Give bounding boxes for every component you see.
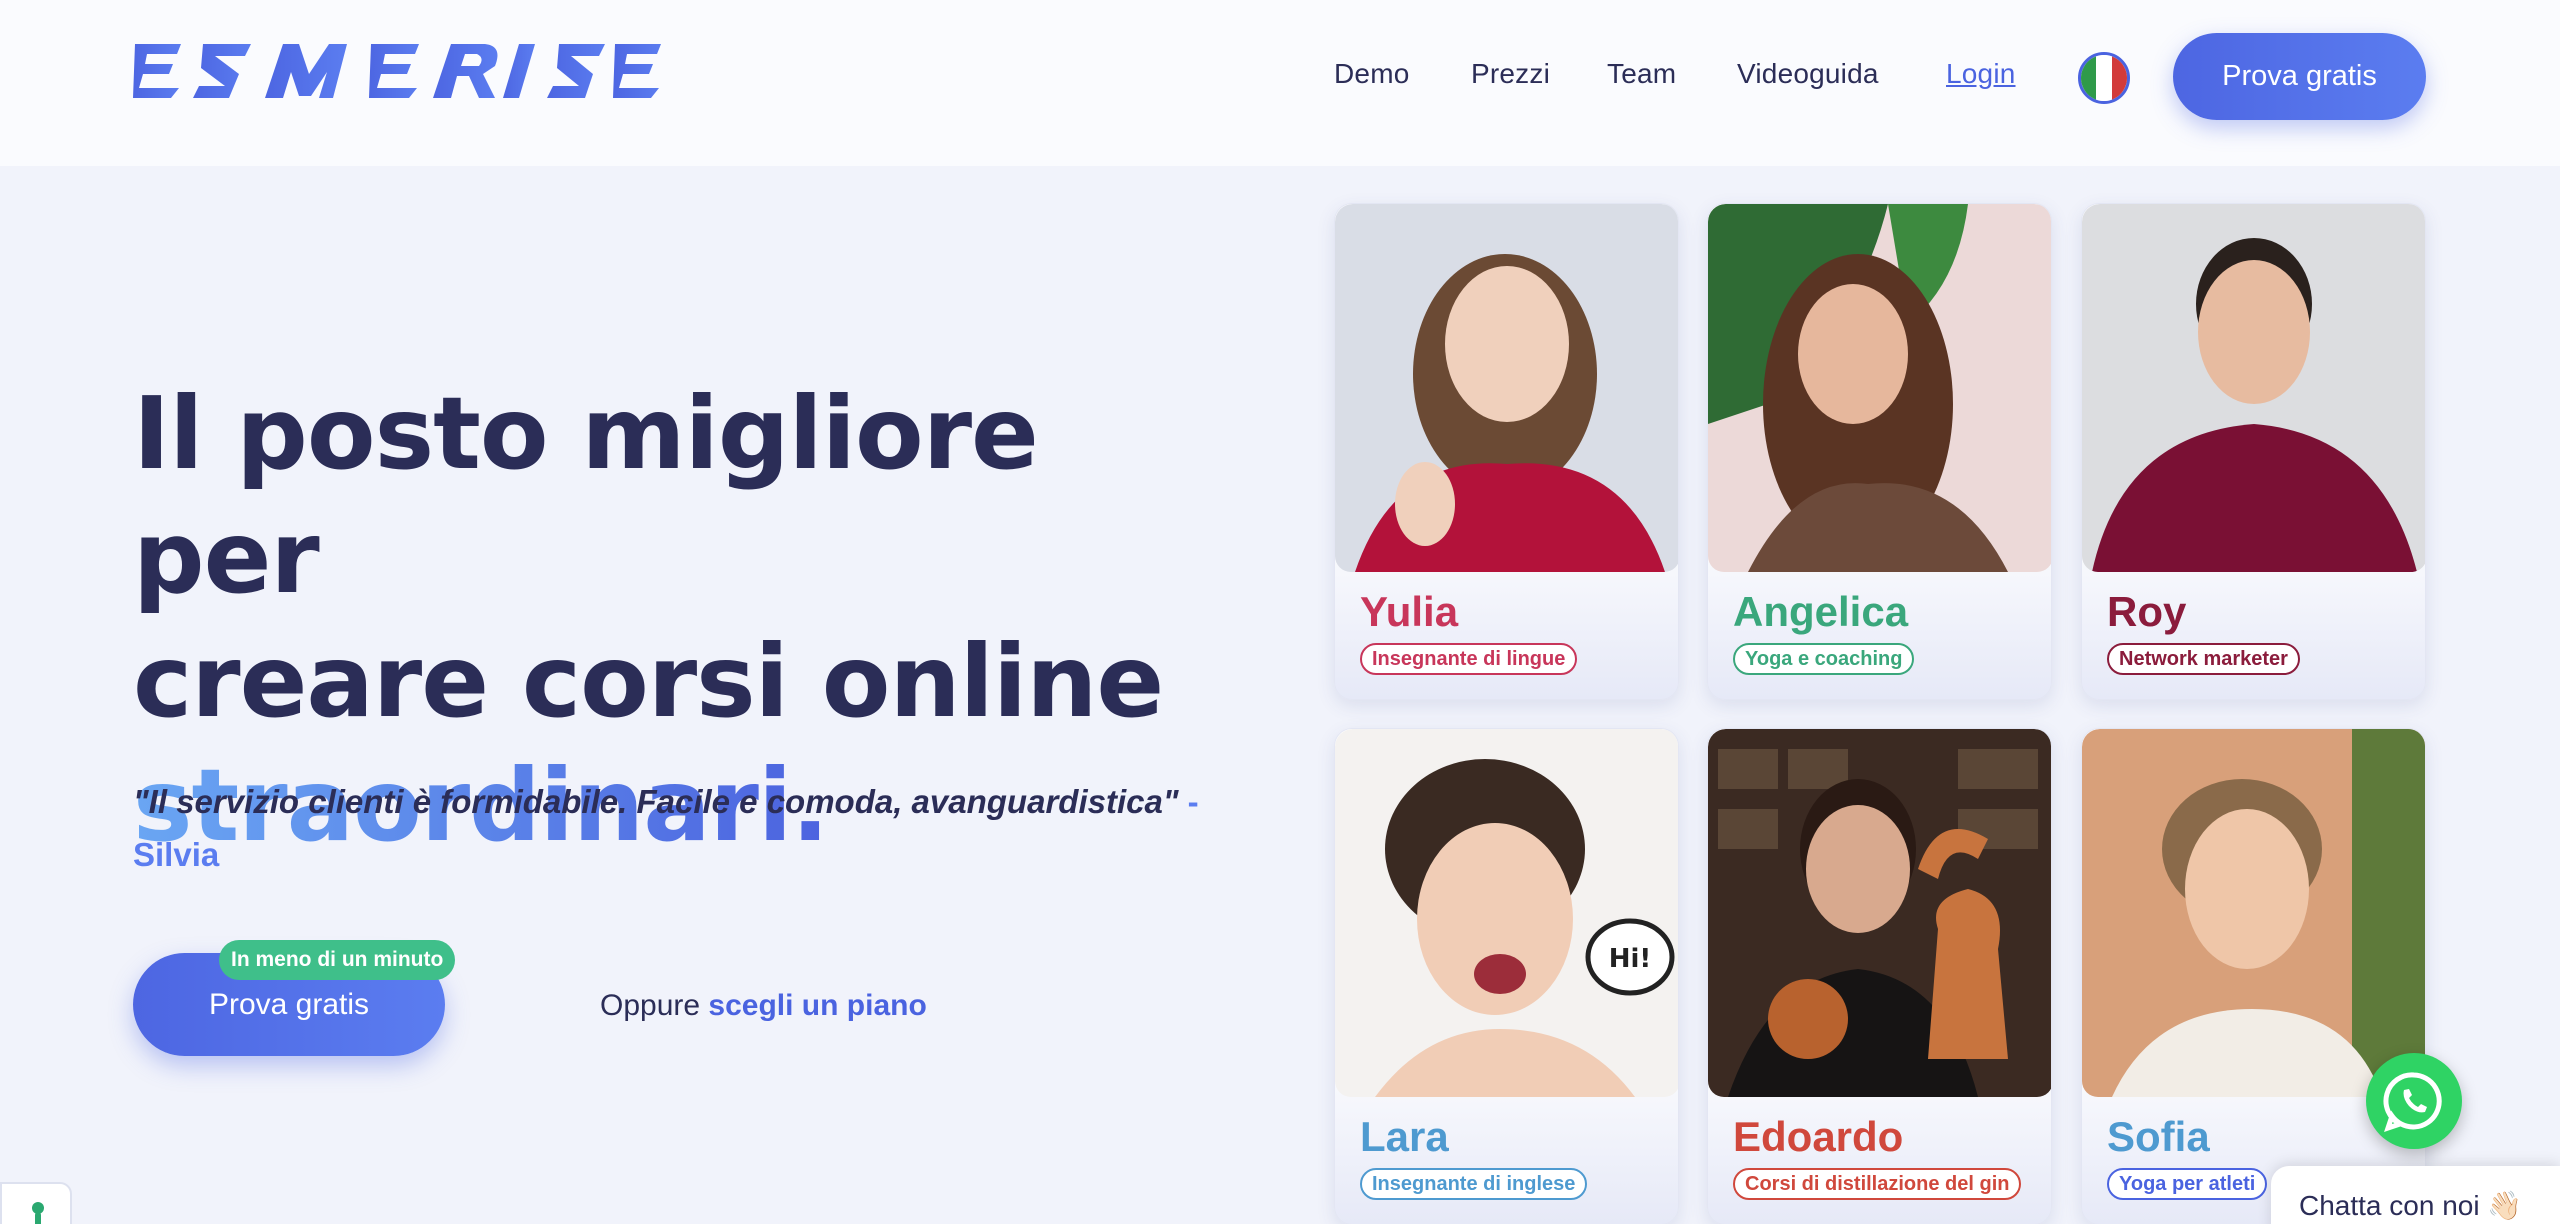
teacher-card[interactable]: Edoardo Corsi di distillazione del gin bbox=[1707, 728, 2052, 1224]
teacher-name: Sofia bbox=[2107, 1113, 2210, 1160]
teacher-role-badge: Insegnante di lingue bbox=[1360, 643, 1578, 675]
hero-title-line2: creare corsi online bbox=[133, 623, 1164, 740]
teacher-card[interactable]: Yulia Insegnante di lingue bbox=[1334, 203, 1679, 700]
teacher-card[interactable]: Angelica Yoga e coaching bbox=[1707, 203, 2052, 700]
nav-prezzi[interactable]: Prezzi bbox=[1471, 58, 1550, 90]
header-try-free-button[interactable]: Prova gratis bbox=[2173, 33, 2426, 120]
nav-login[interactable]: Login bbox=[1946, 58, 2016, 90]
teacher-role-badge: Network marketer bbox=[2107, 643, 2300, 675]
teacher-role-badge: Insegnante di inglese bbox=[1360, 1168, 1588, 1200]
teacher-photo bbox=[2082, 729, 2425, 1097]
quote-text: "Il servizio clienti è formidabile. Faci… bbox=[133, 783, 1179, 820]
teacher-role-badge: Yoga e coaching bbox=[1733, 643, 1915, 675]
accessibility-icon[interactable] bbox=[0, 1182, 72, 1224]
italy-flag-icon[interactable] bbox=[2078, 52, 2130, 104]
hero-title-line1: Il posto migliore per bbox=[133, 375, 1039, 616]
accessibility-stem bbox=[35, 1212, 41, 1224]
teacher-card[interactable]: Roy Network marketer bbox=[2081, 203, 2426, 700]
portrait-icon bbox=[2082, 729, 2425, 1097]
whatsapp-button[interactable] bbox=[2366, 1053, 2462, 1149]
teacher-photo: Hi! bbox=[1335, 729, 1678, 1097]
cta-badge: In meno di un minuto bbox=[219, 940, 456, 980]
teacher-role-badge: Corsi di distillazione del gin bbox=[1733, 1168, 2022, 1200]
speech-bubble-text: Hi! bbox=[1609, 944, 1652, 974]
portrait-icon bbox=[1708, 204, 2051, 572]
quote-separator: - bbox=[1178, 783, 1199, 820]
portrait-icon: Hi! bbox=[1335, 729, 1678, 1097]
quote-author: Silvia bbox=[133, 836, 220, 873]
nav-demo[interactable]: Demo bbox=[1334, 58, 1410, 90]
whatsapp-icon bbox=[2383, 1072, 2442, 1132]
teacher-name: Roy bbox=[2107, 588, 2187, 635]
teacher-name: Yulia bbox=[1360, 588, 1459, 635]
teacher-role-badge: Yoga per atleti bbox=[2107, 1168, 2268, 1200]
portrait-icon bbox=[1335, 204, 1678, 572]
teacher-name: Lara bbox=[1360, 1113, 1449, 1160]
portrait-icon bbox=[1708, 729, 2051, 1097]
teacher-card[interactable]: Sofia Yoga per atleti bbox=[2081, 728, 2426, 1224]
alt-cta-prefix: Oppure bbox=[600, 989, 701, 1022]
teacher-photo bbox=[1708, 204, 2051, 572]
testimonial-quote: "Il servizio clienti è formidabile. Faci… bbox=[133, 775, 1213, 881]
teacher-photo bbox=[1708, 729, 2051, 1097]
teacher-photo bbox=[1335, 204, 1678, 572]
teacher-name: Edoardo bbox=[1733, 1113, 1904, 1160]
chat-widget[interactable]: Chatta con noi 👋🏻 bbox=[2271, 1166, 2560, 1224]
teacher-photo bbox=[2082, 204, 2425, 572]
nav-team[interactable]: Team bbox=[1607, 58, 1676, 90]
teacher-name: Angelica bbox=[1733, 588, 1909, 635]
choose-plan-link[interactable]: scegli un piano bbox=[708, 989, 926, 1022]
nav-videoguida[interactable]: Videoguida bbox=[1737, 58, 1879, 90]
teacher-card[interactable]: Hi! Lara Insegnante di inglese bbox=[1334, 728, 1679, 1224]
main-nav: Demo Prezzi Team Videoguida Login Prova … bbox=[0, 0, 2560, 154]
site-header: Demo Prezzi Team Videoguida Login Prova … bbox=[0, 0, 2560, 166]
portrait-icon bbox=[2082, 204, 2425, 572]
alt-cta: Oppure scegli un piano bbox=[600, 989, 927, 1023]
